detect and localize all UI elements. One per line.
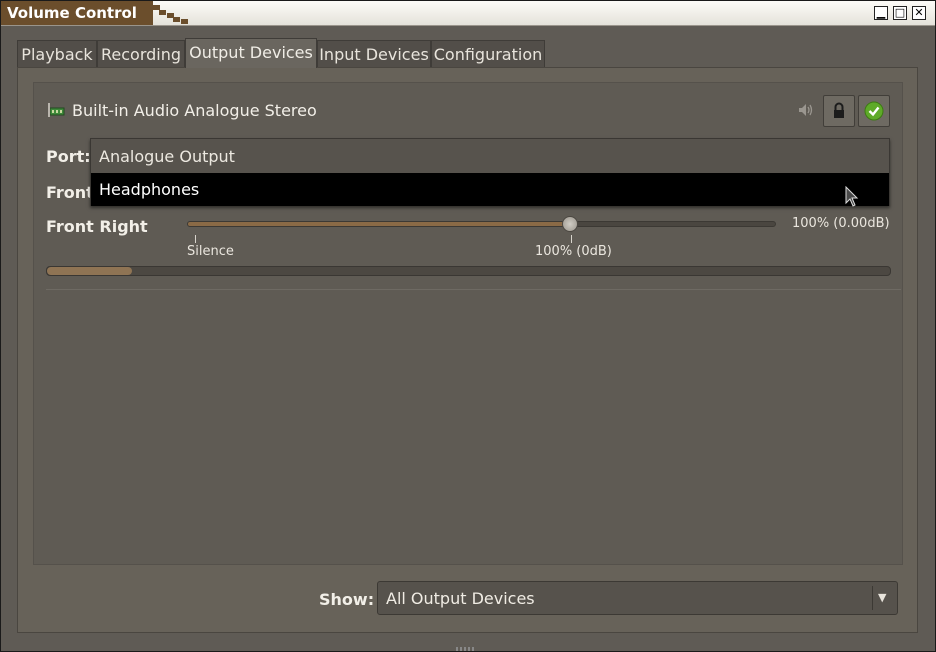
minimize-button[interactable]: ▁	[874, 6, 888, 20]
lock-channels-button[interactable]	[823, 95, 855, 127]
silence-label: Silence	[187, 244, 234, 259]
mouse-pointer-icon	[845, 186, 859, 207]
title-decoration	[159, 10, 166, 15]
volume-control-window: Volume Control ▁ □ ✕ Playback Recording …	[0, 0, 936, 652]
close-button[interactable]: ✕	[912, 6, 926, 20]
port-option-analogue-output[interactable]: Analogue Output	[91, 140, 889, 173]
port-dropdown-menu: Analogue Output Headphones	[90, 138, 890, 206]
show-label: Show:	[319, 590, 375, 609]
port-label: Port:	[46, 147, 91, 166]
window-title: Volume Control	[7, 4, 137, 22]
slider-knob[interactable]	[562, 216, 578, 232]
lock-icon	[834, 102, 844, 118]
front-left-label: Front	[46, 183, 94, 202]
show-filter-value: All Output Devices	[386, 589, 535, 608]
port-option-headphones[interactable]: Headphones	[91, 173, 889, 206]
tab-configuration[interactable]: Configuration	[431, 40, 545, 67]
sound-card-icon	[48, 103, 65, 117]
show-filter-combobox[interactable]: All Output Devices ▼	[377, 581, 898, 615]
tab-output-devices[interactable]: Output Devices	[185, 38, 317, 68]
peak-level-meter	[46, 266, 891, 276]
resize-grip[interactable]	[456, 647, 476, 651]
slider-fill	[188, 222, 571, 226]
front-right-volume-slider[interactable]	[187, 221, 776, 227]
peak-level-fill	[47, 267, 132, 275]
check-icon	[864, 101, 884, 121]
zero-db-label: 100% (0dB)	[535, 244, 612, 259]
titlebar[interactable]: Volume Control ▁ □ ✕	[1, 1, 935, 26]
device-name: Built-in Audio Analogue Stereo	[72, 101, 317, 120]
title-decoration	[181, 19, 188, 24]
front-right-volume-value: 100% (0.00dB)	[792, 216, 890, 231]
speaker-icon[interactable]	[798, 103, 814, 117]
front-right-label: Front Right	[46, 217, 148, 236]
silence-tick	[195, 235, 196, 243]
combobox-separator	[872, 586, 873, 610]
maximize-button[interactable]: □	[893, 6, 907, 20]
title-decoration	[173, 17, 180, 22]
tab-playback[interactable]: Playback	[17, 40, 97, 67]
tab-input-devices[interactable]: Input Devices	[317, 40, 431, 67]
set-default-button[interactable]	[858, 95, 890, 127]
zero-db-tick	[571, 235, 572, 243]
tab-recording[interactable]: Recording	[97, 40, 185, 67]
chevron-down-icon[interactable]: ▼	[878, 591, 886, 604]
divider	[46, 289, 901, 290]
